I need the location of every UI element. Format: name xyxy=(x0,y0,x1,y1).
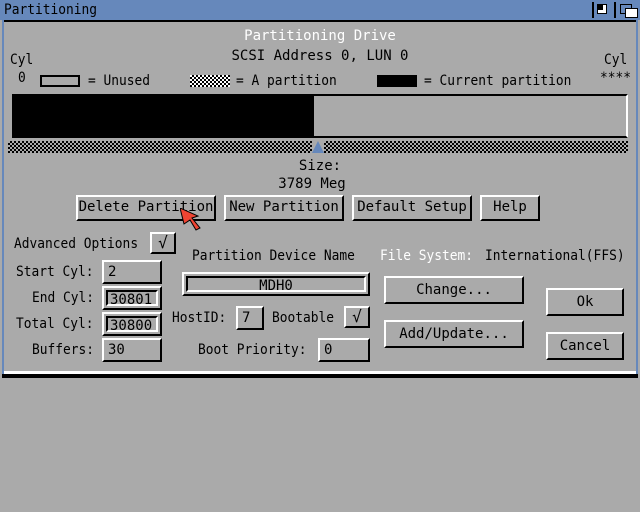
advanced-options-label: Advanced Options xyxy=(14,236,139,252)
unused-swatch xyxy=(40,75,80,87)
buffers-value[interactable]: 30 xyxy=(106,342,158,358)
end-cyl-field[interactable]: 30801 xyxy=(102,286,162,310)
add-update-button[interactable]: Add/Update... xyxy=(384,320,524,348)
bootable-label: Bootable xyxy=(272,310,335,326)
current-partition-swatch xyxy=(377,75,417,87)
buffers-label: Buffers: xyxy=(32,342,95,358)
advanced-options-checkbox[interactable]: √ xyxy=(150,232,176,254)
change-filesystem-button[interactable]: Change... xyxy=(384,276,524,304)
partition-legend-label: = A partition xyxy=(236,73,337,89)
cyl-left-label: Cyl xyxy=(10,52,34,68)
start-cyl-label: Start Cyl: xyxy=(16,264,94,280)
buffers-field[interactable]: 30 xyxy=(102,338,162,362)
total-cyl-value: 30800 xyxy=(106,316,158,334)
current-partition-block[interactable] xyxy=(14,96,314,136)
window-title-bar[interactable]: Partitioning xyxy=(0,0,640,20)
end-cyl-value: 30801 xyxy=(106,290,158,308)
size-label: Size: xyxy=(298,158,342,174)
unused-legend-label: = Unused xyxy=(88,73,151,89)
scsi-address: SCSI Address 0, LUN 0 xyxy=(231,48,409,64)
window-title: Partitioning xyxy=(4,2,98,18)
total-cyl-label: Total Cyl: xyxy=(16,316,94,332)
dialog-title: Partitioning Drive xyxy=(244,28,396,44)
host-id-label: HostID: xyxy=(172,310,227,326)
total-cyl-field[interactable]: 30800 xyxy=(102,312,162,336)
partition-map[interactable] xyxy=(12,94,628,138)
triangle-marker-icon xyxy=(312,141,324,153)
cyl-right-label: Cyl xyxy=(604,52,628,68)
partition-slider-track[interactable] xyxy=(8,141,628,153)
cyl-right-value: **** xyxy=(600,70,632,86)
checkmark-icon: √ xyxy=(352,307,362,326)
zoom-gadget[interactable] xyxy=(592,2,608,18)
start-cyl-value[interactable]: 2 xyxy=(106,264,158,280)
file-system-value: International(FFS) xyxy=(485,248,625,264)
boot-priority-label: Boot Priority: xyxy=(198,342,307,358)
slider-knob[interactable] xyxy=(312,141,324,153)
ok-button[interactable]: Ok xyxy=(546,288,624,316)
boot-priority-field[interactable]: 0 xyxy=(318,338,370,362)
cyl-left-value: 0 xyxy=(18,70,26,86)
help-button[interactable]: Help xyxy=(480,195,540,221)
zoom-icon xyxy=(597,4,607,14)
device-name-field[interactable]: MDH0 xyxy=(182,272,370,296)
bootable-checkbox[interactable]: √ xyxy=(344,306,370,328)
host-id-value[interactable]: 7 xyxy=(240,310,260,326)
cancel-button[interactable]: Cancel xyxy=(546,332,624,360)
new-partition-button[interactable]: New Partition xyxy=(224,195,344,221)
end-cyl-label: End Cyl: xyxy=(32,290,95,306)
file-system-label: File System: xyxy=(380,248,474,264)
boot-priority-value[interactable]: 0 xyxy=(322,342,366,358)
checkmark-icon: √ xyxy=(158,233,168,252)
size-value: 3789 Meg xyxy=(278,176,346,192)
current-partition-legend-label: = Current partition xyxy=(424,73,572,89)
depth-gadget[interactable] xyxy=(614,2,640,18)
partition-swatch xyxy=(190,75,230,87)
default-setup-button[interactable]: Default Setup xyxy=(352,195,472,221)
mouse-pointer-icon xyxy=(180,208,201,231)
device-name-value[interactable]: MDH0 xyxy=(186,276,366,294)
host-id-field[interactable]: 7 xyxy=(236,306,264,330)
device-name-label: Partition Device Name xyxy=(192,248,355,264)
start-cyl-field[interactable]: 2 xyxy=(102,260,162,284)
